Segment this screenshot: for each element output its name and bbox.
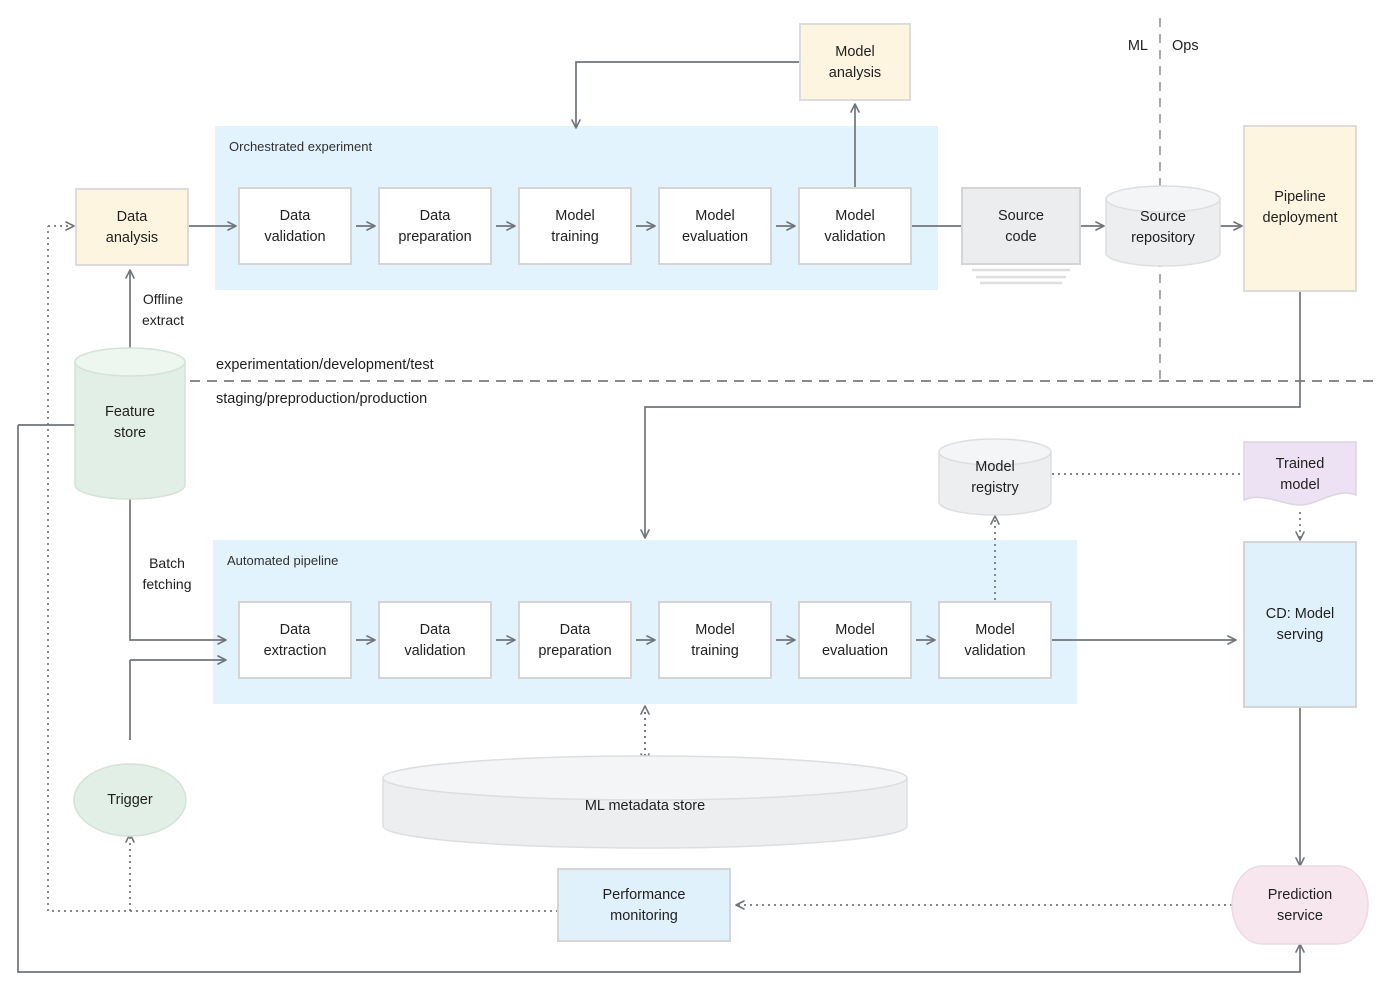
- environment-label-upper: experimentation/development/test: [216, 357, 434, 373]
- node-label-cd-model-serving-line2: serving: [1277, 627, 1324, 643]
- node-label-model-registry-line1: Model: [975, 459, 1015, 475]
- step-label-line1: Data: [280, 622, 312, 638]
- node-trigger[interactable]: Trigger: [73, 763, 187, 837]
- automated-step-1[interactable]: Data validation Data validation: [378, 601, 492, 679]
- orchestrated-step-1[interactable]: Data preparation Data preparation: [378, 187, 492, 265]
- mlops-architecture-diagram: Orchestrated experiment Automated pipeli…: [0, 0, 1376, 998]
- node-trained-model[interactable]: Trained model Trained model: [1243, 441, 1357, 506]
- node-performance-monitoring[interactable]: Performance monitoring Performance monit…: [557, 868, 731, 942]
- node-label-performance-monitoring-line2: monitoring: [610, 908, 678, 924]
- edge-label-offline-extract-line2: extract: [142, 312, 184, 328]
- step-label-line2: validation: [404, 643, 465, 659]
- node-label-source-repository-line1: Source: [1140, 209, 1186, 225]
- node-label-feature-store-line1: Feature: [105, 404, 155, 420]
- step-label-line2: evaluation: [682, 229, 748, 245]
- step-label-line1: Data: [560, 622, 592, 638]
- orchestrated-step-4[interactable]: Model validation Model validation: [798, 187, 912, 265]
- step-label-line1: Model: [555, 208, 595, 224]
- divider-label-ops: Ops: [1172, 38, 1199, 54]
- node-label-feature-store-line2: store: [114, 425, 146, 441]
- node-label-pipeline-deployment-line1: Pipeline: [1274, 189, 1326, 205]
- step-label-line1: Model: [835, 208, 875, 224]
- step-label-line1: Model: [695, 622, 735, 638]
- step-label-line2: validation: [264, 229, 325, 245]
- edge-label-batch-fetching-line2: fetching: [142, 576, 191, 592]
- step-label-line2: preparation: [398, 229, 471, 245]
- lane-label-orchestrated: Orchestrated experiment: [229, 139, 372, 154]
- node-label-prediction-service-line2: service: [1277, 908, 1323, 924]
- node-model-registry[interactable]: Model registry Model registry: [938, 438, 1052, 516]
- step-label-line2: preparation: [538, 643, 611, 659]
- divider-label-ml: ML: [1128, 38, 1148, 54]
- orchestrated-step-0[interactable]: Data validation Data validation: [238, 187, 352, 265]
- lane-label-automated: Automated pipeline: [227, 553, 338, 568]
- edge-model-analysis-feedback: [571, 61, 800, 129]
- step-label-line1: Model: [835, 622, 875, 638]
- edge-label-batch-fetching-line1: Batch: [149, 555, 185, 571]
- node-source-code[interactable]: Source code Source code: [961, 187, 1081, 285]
- edge-label-offline-extract-line1: Offline: [143, 291, 183, 307]
- node-label-pipeline-deployment-line2: deployment: [1263, 210, 1338, 226]
- node-label-trigger: Trigger: [107, 792, 153, 808]
- environment-label-lower: staging/preproduction/production: [216, 391, 427, 407]
- node-cd-model-serving[interactable]: CD: Model serving CD: Model serving: [1243, 541, 1357, 708]
- node-data-analysis[interactable]: Data analysis Data analysis: [75, 188, 189, 266]
- step-label-line2: training: [551, 229, 599, 245]
- step-label-line2: validation: [964, 643, 1025, 659]
- node-label-data-analysis-line1: Data: [117, 209, 149, 225]
- node-source-repository[interactable]: Source repository Source repository: [1105, 185, 1221, 267]
- node-label-cd-model-serving-line1: CD: Model: [1266, 606, 1335, 622]
- automated-step-2[interactable]: Data preparation Data preparation: [518, 601, 632, 679]
- node-label-source-repository-line2: repository: [1131, 230, 1195, 246]
- step-label-line2: evaluation: [822, 643, 888, 659]
- orchestrated-step-2[interactable]: Model training Model training: [518, 187, 632, 265]
- step-label-line1: Model: [975, 622, 1015, 638]
- node-label-model-registry-line2: registry: [971, 480, 1019, 496]
- automated-step-5[interactable]: Model validation Model validation: [938, 601, 1052, 679]
- automated-step-0[interactable]: Data extraction Data extraction: [238, 601, 352, 679]
- step-label-line1: Data: [420, 208, 452, 224]
- node-label-data-analysis-line2: analysis: [106, 230, 158, 246]
- step-label-line1: Data: [420, 622, 452, 638]
- node-label-trained-model-line2: model: [1280, 477, 1320, 493]
- step-label-line1: Data: [280, 208, 312, 224]
- node-label-trained-model-line1: Trained: [1276, 456, 1325, 472]
- automated-step-3[interactable]: Model training Model training: [658, 601, 772, 679]
- node-label-source-code-line2: code: [1005, 229, 1036, 245]
- environment-divider: experimentation/development/test staging…: [190, 357, 1376, 407]
- step-label-line2: validation: [824, 229, 885, 245]
- node-pipeline-deployment[interactable]: Pipeline deployment Pipeline deployment: [1243, 125, 1357, 292]
- node-label-ml-metadata-store: ML metadata store: [585, 798, 705, 814]
- node-label-model-analysis-line1: Model: [835, 44, 875, 60]
- node-label-source-code-line1: Source: [998, 208, 1044, 224]
- step-label-line1: Model: [695, 208, 735, 224]
- node-label-performance-monitoring-line1: Performance: [602, 887, 685, 903]
- node-label-prediction-service-line1: Prediction: [1268, 887, 1332, 903]
- node-ml-metadata-store[interactable]: ML metadata store: [382, 755, 908, 849]
- node-model-analysis[interactable]: Model analysis Model analysis: [799, 23, 911, 101]
- node-feature-store[interactable]: Feature store Feature store: [74, 347, 186, 500]
- step-label-line2: extraction: [264, 643, 327, 659]
- automated-step-4[interactable]: Model evaluation Model evaluation: [798, 601, 912, 679]
- node-prediction-service[interactable]: Prediction service Prediction service: [1231, 865, 1369, 945]
- node-label-model-analysis-line2: analysis: [829, 65, 881, 81]
- orchestrated-step-3[interactable]: Model evaluation Model evaluation: [658, 187, 772, 265]
- step-label-line2: training: [691, 643, 739, 659]
